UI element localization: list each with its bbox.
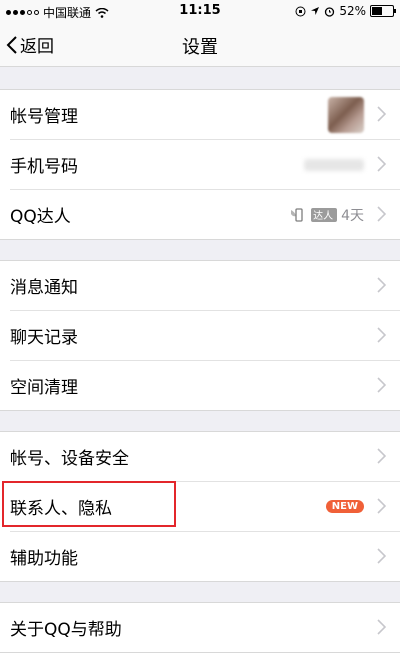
chevron-right-icon bbox=[377, 156, 386, 172]
chevron-right-icon bbox=[377, 327, 386, 343]
avatar bbox=[328, 96, 364, 133]
settings-row-storage-cleanup[interactable]: 空间清理 bbox=[10, 361, 400, 410]
settings-group-account: 帐号管理 手机号码 QQ达人 达人 4天 bbox=[0, 89, 400, 240]
chevron-right-icon bbox=[377, 206, 386, 222]
alarm-icon bbox=[325, 6, 335, 17]
settings-group-about: 关于QQ与帮助 bbox=[0, 602, 400, 653]
settings-row-about-help[interactable]: 关于QQ与帮助 bbox=[10, 603, 400, 652]
row-label: 消息通知 bbox=[10, 278, 78, 298]
chevron-right-icon bbox=[377, 498, 386, 514]
row-label: 空间清理 bbox=[10, 378, 78, 398]
settings-row-chat-history[interactable]: 聊天记录 bbox=[10, 311, 400, 361]
chevron-right-icon bbox=[377, 277, 386, 293]
new-badge: NEW bbox=[325, 500, 364, 513]
settings-row-phone-number[interactable]: 手机号码 bbox=[10, 140, 400, 190]
chevron-right-icon bbox=[377, 548, 386, 564]
settings-row-accessibility[interactable]: 辅助功能 bbox=[10, 532, 400, 581]
row-label: 帐号管理 bbox=[10, 107, 78, 127]
chevron-right-icon bbox=[377, 106, 386, 122]
row-label: 帐号、设备安全 bbox=[10, 449, 129, 469]
settings-row-qq-daren[interactable]: QQ达人 达人 4天 bbox=[10, 190, 400, 239]
phone-number-value-blurred bbox=[304, 158, 364, 171]
nav-bar: 返回 设置 bbox=[0, 22, 400, 67]
battery-percent: 52% bbox=[339, 4, 366, 18]
settings-row-account-manage[interactable]: 帐号管理 bbox=[10, 90, 400, 140]
row-label: 关于QQ与帮助 bbox=[10, 620, 122, 640]
daren-wing-icon bbox=[291, 207, 303, 222]
chevron-right-icon bbox=[377, 377, 386, 393]
status-right: 52% bbox=[295, 4, 396, 18]
settings-row-notifications[interactable]: 消息通知 bbox=[10, 261, 400, 311]
highlight-box bbox=[2, 481, 176, 527]
row-label: QQ达人 bbox=[10, 207, 71, 227]
settings-row-account-security[interactable]: 帐号、设备安全 bbox=[10, 432, 400, 482]
row-label: 聊天记录 bbox=[10, 328, 78, 348]
daren-badge: 达人 bbox=[311, 207, 338, 222]
chevron-right-icon bbox=[377, 448, 386, 464]
row-label: 手机号码 bbox=[10, 157, 78, 177]
page-title: 设置 bbox=[182, 37, 218, 58]
location-icon bbox=[311, 7, 320, 15]
daren-days: 4天 bbox=[341, 207, 364, 224]
status-bar: 中国联通 11:15 52% bbox=[0, 0, 400, 22]
rotation-lock-icon bbox=[295, 6, 306, 16]
battery-icon bbox=[370, 5, 396, 17]
chevron-right-icon bbox=[377, 619, 386, 635]
settings-group-messages: 消息通知 聊天记录 空间清理 bbox=[0, 260, 400, 411]
row-label: 辅助功能 bbox=[10, 549, 78, 569]
